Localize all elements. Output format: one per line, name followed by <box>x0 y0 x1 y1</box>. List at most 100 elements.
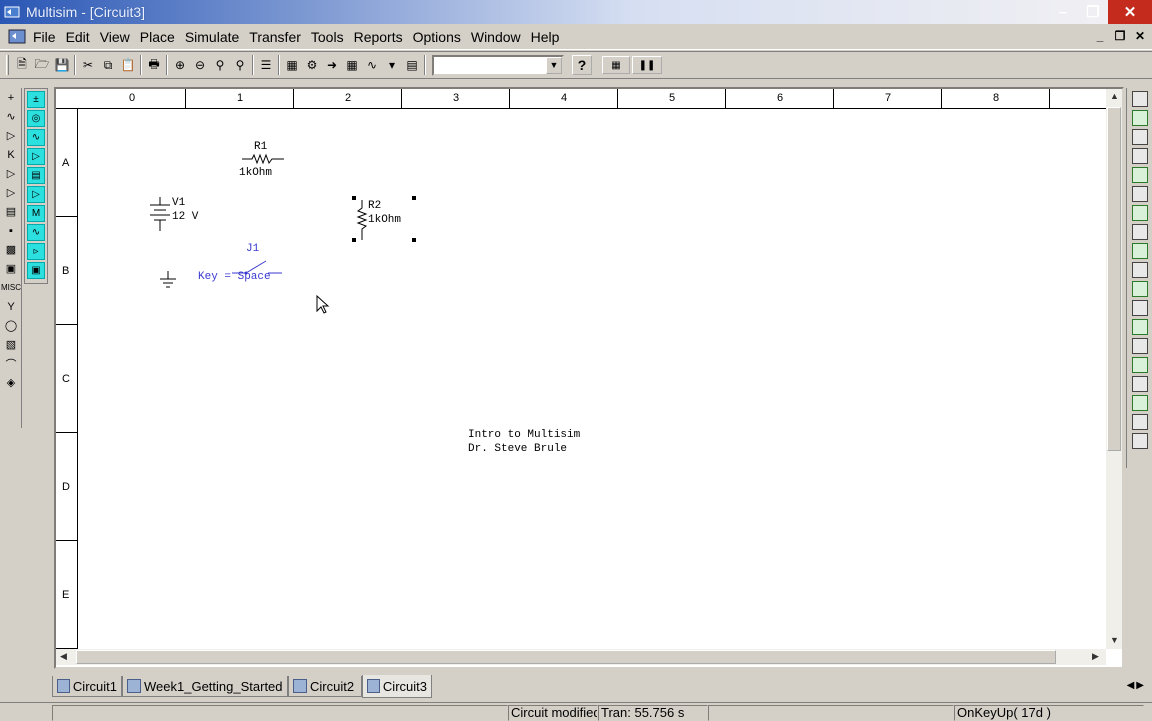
database-icon[interactable]: ⚙ <box>302 55 322 75</box>
toolbar-grip[interactable] <box>6 55 9 75</box>
help-button[interactable]: ? <box>572 55 592 75</box>
menu-simulate[interactable]: Simulate <box>180 24 244 50</box>
analog-icon[interactable]: ▷ <box>2 164 20 183</box>
basic-icon[interactable]: ∿ <box>2 107 20 126</box>
four-channel-scope-icon[interactable] <box>1132 167 1148 183</box>
new-file-icon[interactable]: 🗎 <box>12 55 32 75</box>
web-icon[interactable]: ◈ <box>2 373 20 392</box>
battery-v1-icon[interactable] <box>146 197 174 233</box>
frequency-counter-icon[interactable] <box>1132 205 1148 221</box>
network-analyzer-icon[interactable] <box>1132 338 1148 354</box>
virtual-diode-icon[interactable]: ▷ <box>27 148 45 165</box>
misc-icon[interactable]: MISC <box>1 278 21 297</box>
menu-view[interactable]: View <box>95 24 135 50</box>
menu-transfer[interactable]: Transfer <box>244 24 306 50</box>
virtual-measure-icon[interactable]: ▣ <box>27 262 45 279</box>
print-icon[interactable]: 🖶 <box>144 55 164 75</box>
virtual-source-icon[interactable]: ± <box>27 91 45 108</box>
virtual-rated-icon[interactable]: ∿ <box>27 224 45 241</box>
bus-icon[interactable]: ⌒ <box>2 354 20 373</box>
horizontal-scrollbar[interactable]: ◀ ▶ <box>56 649 1106 665</box>
menu-edit[interactable]: Edit <box>61 24 95 50</box>
dropdown-arrow-icon[interactable]: ▾ <box>382 55 402 75</box>
spectrum-analyzer-icon[interactable] <box>1132 319 1148 335</box>
electromech-icon[interactable]: ◯ <box>2 316 20 335</box>
tab-circuit3[interactable]: Circuit3 <box>362 675 432 698</box>
misc-digital-icon[interactable]: ▪ <box>2 221 20 240</box>
logic-analyzer-icon[interactable] <box>1132 243 1148 259</box>
resistor-r1-icon[interactable] <box>242 153 284 165</box>
menu-reports[interactable]: Reports <box>349 24 408 50</box>
bom-icon[interactable]: ▤ <box>402 55 422 75</box>
menu-window[interactable]: Window <box>466 24 526 50</box>
agilent-generator-icon[interactable] <box>1132 357 1148 373</box>
analysis-icon[interactable]: ∿ <box>362 55 382 75</box>
maximize-button[interactable]: ❐ <box>1078 0 1108 24</box>
cut-icon[interactable]: ✂ <box>78 55 98 75</box>
source-icon[interactable]: + <box>2 88 20 107</box>
minimize-button[interactable]: – <box>1048 0 1078 24</box>
document-icon[interactable] <box>6 26 28 48</box>
agilent-multimeter-icon[interactable] <box>1132 376 1148 392</box>
menu-options[interactable]: Options <box>408 24 466 50</box>
save-icon[interactable]: 💾 <box>52 55 72 75</box>
multimeter-icon[interactable] <box>1132 91 1148 107</box>
rf-icon[interactable]: Y <box>2 297 20 316</box>
zoom-fit-icon[interactable]: ⚲ <box>230 55 250 75</box>
cmos-icon[interactable]: ▤ <box>2 202 20 221</box>
paste-icon[interactable]: 📋 <box>118 55 138 75</box>
virtual-3d-icon[interactable]: ▹ <box>27 243 45 260</box>
transistor-icon[interactable]: K <box>2 145 20 164</box>
mdi-minimize-button[interactable]: _ <box>1092 28 1108 44</box>
wattmeter-icon[interactable] <box>1132 129 1148 145</box>
zoom-area-icon[interactable]: ⚲ <box>210 55 230 75</box>
copy-icon[interactable]: ⧉ <box>98 55 118 75</box>
schematic-canvas[interactable]: 0 1 2 3 4 5 6 7 8 A B C D E R1 1kOhm V1 … <box>54 87 1124 669</box>
distortion-analyzer-icon[interactable] <box>1132 300 1148 316</box>
menu-help[interactable]: Help <box>526 24 565 50</box>
simulate-switch-icon[interactable]: ▦ <box>602 56 630 74</box>
bode-plotter-icon[interactable] <box>1132 186 1148 202</box>
scroll-left-icon[interactable]: ◀ <box>60 651 67 662</box>
menu-file[interactable]: File <box>28 24 61 50</box>
grapher-icon[interactable]: ▦ <box>342 55 362 75</box>
virtual-basic-icon[interactable]: ∿ <box>27 129 45 146</box>
mdi-restore-button[interactable]: ❐ <box>1112 28 1128 44</box>
ground-icon[interactable] <box>158 271 178 289</box>
ttl-icon[interactable]: ▷ <box>2 183 20 202</box>
word-generator-icon[interactable] <box>1132 224 1148 240</box>
pause-icon[interactable]: ❚❚ <box>632 56 662 74</box>
tab-next-icon[interactable]: ▶ <box>1136 680 1144 691</box>
hierarchical-block-icon[interactable]: ▧ <box>2 335 20 354</box>
virtual-misc-icon[interactable]: M <box>27 205 45 222</box>
zoom-in-icon[interactable]: ⊕ <box>170 55 190 75</box>
oscilloscope-icon[interactable] <box>1132 148 1148 164</box>
agilent-scope-icon[interactable] <box>1132 395 1148 411</box>
scroll-right-icon[interactable]: ▶ <box>1092 651 1099 662</box>
mdi-close-button[interactable]: ✕ <box>1132 28 1148 44</box>
spreadsheet-icon[interactable]: ▦ <box>282 55 302 75</box>
menu-place[interactable]: Place <box>135 24 180 50</box>
function-generator-icon[interactable] <box>1132 110 1148 126</box>
virtual-analog-icon[interactable]: ▷ <box>27 186 45 203</box>
measurement-probe-icon[interactable] <box>1132 433 1148 449</box>
scroll-down-icon[interactable]: ▼ <box>1110 635 1119 645</box>
indicator-icon[interactable]: ▣ <box>2 259 20 278</box>
close-button[interactable]: ✕ <box>1108 0 1152 24</box>
hierarchy-icon[interactable]: ☰ <box>256 55 276 75</box>
tektronix-scope-icon[interactable] <box>1132 414 1148 430</box>
in-use-list-combo[interactable]: ▼ <box>432 54 564 76</box>
tab-prev-icon[interactable]: ◀ <box>1127 680 1135 691</box>
virtual-signal-icon[interactable]: ◎ <box>27 110 45 127</box>
tab-circuit1[interactable]: Circuit1 <box>52 676 122 697</box>
scroll-up-icon[interactable]: ▲ <box>1110 91 1119 101</box>
open-folder-icon[interactable]: 🗁 <box>32 55 52 75</box>
iv-analyzer-icon[interactable] <box>1132 281 1148 297</box>
vertical-scroll-thumb[interactable] <box>1107 107 1121 451</box>
horizontal-scroll-thumb[interactable] <box>76 650 1056 664</box>
logic-converter-icon[interactable] <box>1132 262 1148 278</box>
virtual-transistor-icon[interactable]: ▤ <box>27 167 45 184</box>
mixed-icon[interactable]: ▩ <box>2 240 20 259</box>
run-icon[interactable]: ➜ <box>322 55 342 75</box>
tab-week1-getting-started[interactable]: Week1_Getting_Started <box>122 676 288 697</box>
